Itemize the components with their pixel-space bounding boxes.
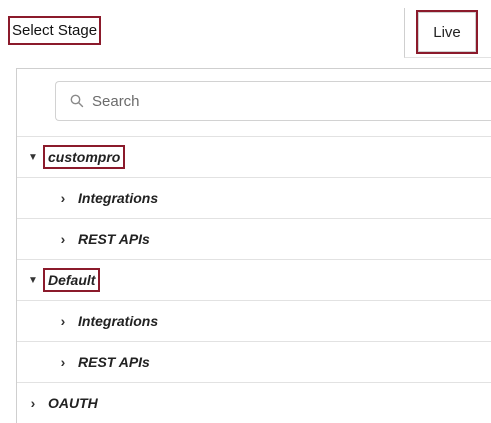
tree-node-toggle[interactable]: › OAUTH: [27, 383, 101, 423]
tree-node-toggle[interactable]: › Integrations: [57, 178, 161, 218]
tree-node-toggle[interactable]: ▼ Default: [27, 260, 101, 300]
tree-item-rest-apis: › REST APIs: [17, 218, 491, 259]
tree-item-label: REST APIs: [78, 231, 150, 247]
tree-item-label: Default: [42, 268, 101, 292]
search-input[interactable]: [90, 85, 491, 117]
tree-item-label: Integrations: [78, 190, 159, 206]
tree-item-label: Integrations: [78, 313, 159, 329]
chevron-right-icon: ›: [60, 354, 66, 370]
tree-item-integrations: › Integrations: [17, 300, 491, 341]
tree-node-toggle[interactable]: › Integrations: [57, 301, 161, 341]
tree-item-rest-apis: › REST APIs: [17, 341, 491, 382]
tree-item-default: ▼ Default: [17, 259, 491, 300]
stage-select[interactable]: Live: [416, 10, 478, 54]
chevron-right-icon: ›: [60, 231, 66, 247]
stage-select-container: Live: [404, 8, 491, 58]
tree-item-custompro: ▼ custompro: [17, 136, 491, 177]
search-box[interactable]: [55, 81, 491, 121]
tree-item-oauth: › OAUTH: [17, 382, 491, 423]
chevron-right-icon: ›: [60, 313, 66, 329]
tree-node-toggle[interactable]: ▼ custompro: [27, 137, 126, 177]
caret-down-icon: ▼: [28, 151, 38, 163]
chevron-right-icon: ›: [60, 190, 66, 206]
select-stage-label: Select Stage: [7, 16, 102, 45]
tree-node-toggle[interactable]: › REST APIs: [57, 342, 153, 382]
tree-item-label: OAUTH: [48, 395, 98, 411]
tree-node-toggle[interactable]: › REST APIs: [57, 219, 153, 259]
search-icon: [70, 94, 84, 108]
api-tree-panel: ▼ custompro › Integrations › REST APIs ▼…: [16, 68, 491, 423]
caret-down-icon: ▼: [28, 274, 38, 286]
tree-item-label: custompro: [42, 145, 126, 169]
tree-item-integrations: › Integrations: [17, 177, 491, 218]
tree-item-label: REST APIs: [78, 354, 150, 370]
chevron-right-icon: ›: [30, 395, 36, 411]
